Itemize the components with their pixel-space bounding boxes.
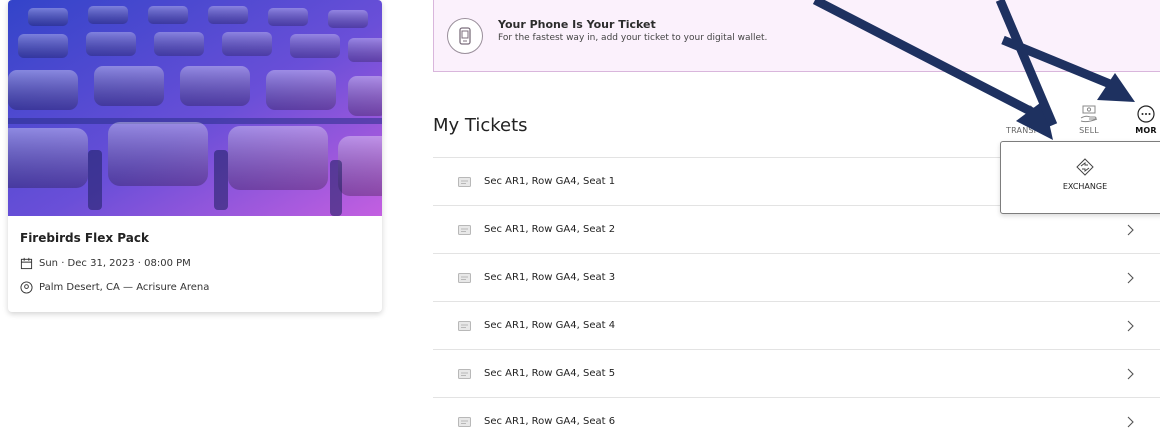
- sell-button[interactable]: SELL: [1078, 104, 1100, 135]
- ticket-icon: [458, 416, 471, 427]
- more-label: MOR: [1135, 126, 1157, 135]
- banner-title: Your Phone Is Your Ticket: [498, 18, 656, 31]
- ticket-row[interactable]: Sec AR1, Row GA4, Seat 6: [433, 398, 1160, 442]
- ticket-manager-page: Firebirds Flex Pack Sun · Dec 31, 2023 ·…: [0, 0, 1160, 442]
- chevron-right-icon: [1127, 320, 1134, 331]
- exchange-menu[interactable]: EXCHANGE: [1000, 141, 1160, 214]
- ticket-seat-label: Sec AR1, Row GA4, Seat 3: [484, 272, 616, 283]
- event-title: Firebirds Flex Pack: [20, 231, 149, 245]
- sell-icon: [1080, 105, 1098, 123]
- ticket-row[interactable]: Sec AR1, Row GA4, Seat 3: [433, 254, 1160, 302]
- chevron-right-icon: [1127, 416, 1134, 427]
- more-icon: [1137, 105, 1155, 123]
- exchange-label: EXCHANGE: [1062, 182, 1108, 191]
- ticket-seat-label: Sec AR1, Row GA4, Seat 6: [484, 416, 616, 427]
- chevron-right-icon: [1127, 368, 1134, 379]
- transfer-label: TRANSFER: [1006, 126, 1050, 135]
- event-date: Sun · Dec 31, 2023 · 08:00 PM: [20, 257, 191, 270]
- ticket-seat-label: Sec AR1, Row GA4, Seat 5: [484, 368, 616, 379]
- ticket-row[interactable]: Sec AR1, Row GA4, Seat 4: [433, 302, 1160, 350]
- transfer-button[interactable]: TRANSFER: [1006, 104, 1049, 135]
- event-date-text: Sun · Dec 31, 2023 · 08:00 PM: [39, 258, 191, 269]
- chevron-right-icon: [1127, 272, 1134, 283]
- event-image: [8, 0, 382, 216]
- ticket-icon: [458, 320, 471, 331]
- calendar-icon: [20, 257, 33, 270]
- ticket-icon: [458, 176, 471, 187]
- event-venue: Palm Desert, CA — Acrisure Arena: [20, 281, 209, 294]
- ticket-icon: [458, 224, 471, 235]
- ticket-icon: [458, 272, 471, 283]
- sell-label: SELL: [1079, 126, 1099, 135]
- ticket-seat-label: Sec AR1, Row GA4, Seat 2: [484, 224, 616, 235]
- ticket-icon: [458, 368, 471, 379]
- ticket-seat-label: Sec AR1, Row GA4, Seat 4: [484, 320, 616, 331]
- banner-text: Your Phone Is Your Ticket For the fastes…: [498, 18, 767, 43]
- location-pin-icon: [20, 281, 33, 294]
- event-card[interactable]: Firebirds Flex Pack Sun · Dec 31, 2023 ·…: [8, 0, 382, 312]
- chevron-right-icon: [1127, 224, 1134, 235]
- my-tickets-heading: My Tickets: [433, 115, 528, 136]
- ticket-row[interactable]: Sec AR1, Row GA4, Seat 5: [433, 350, 1160, 398]
- digital-wallet-banner[interactable]: Your Phone Is Your Ticket For the fastes…: [433, 0, 1160, 72]
- phone-icon: [447, 17, 483, 54]
- transfer-icon: [1018, 105, 1034, 123]
- more-button[interactable]: MOR: [1135, 104, 1157, 135]
- ticket-seat-label: Sec AR1, Row GA4, Seat 1: [484, 176, 616, 187]
- event-venue-text: Palm Desert, CA — Acrisure Arena: [39, 282, 210, 293]
- banner-subtitle: For the fastest way in, add your ticket …: [498, 33, 768, 43]
- exchange-icon: [1076, 158, 1094, 176]
